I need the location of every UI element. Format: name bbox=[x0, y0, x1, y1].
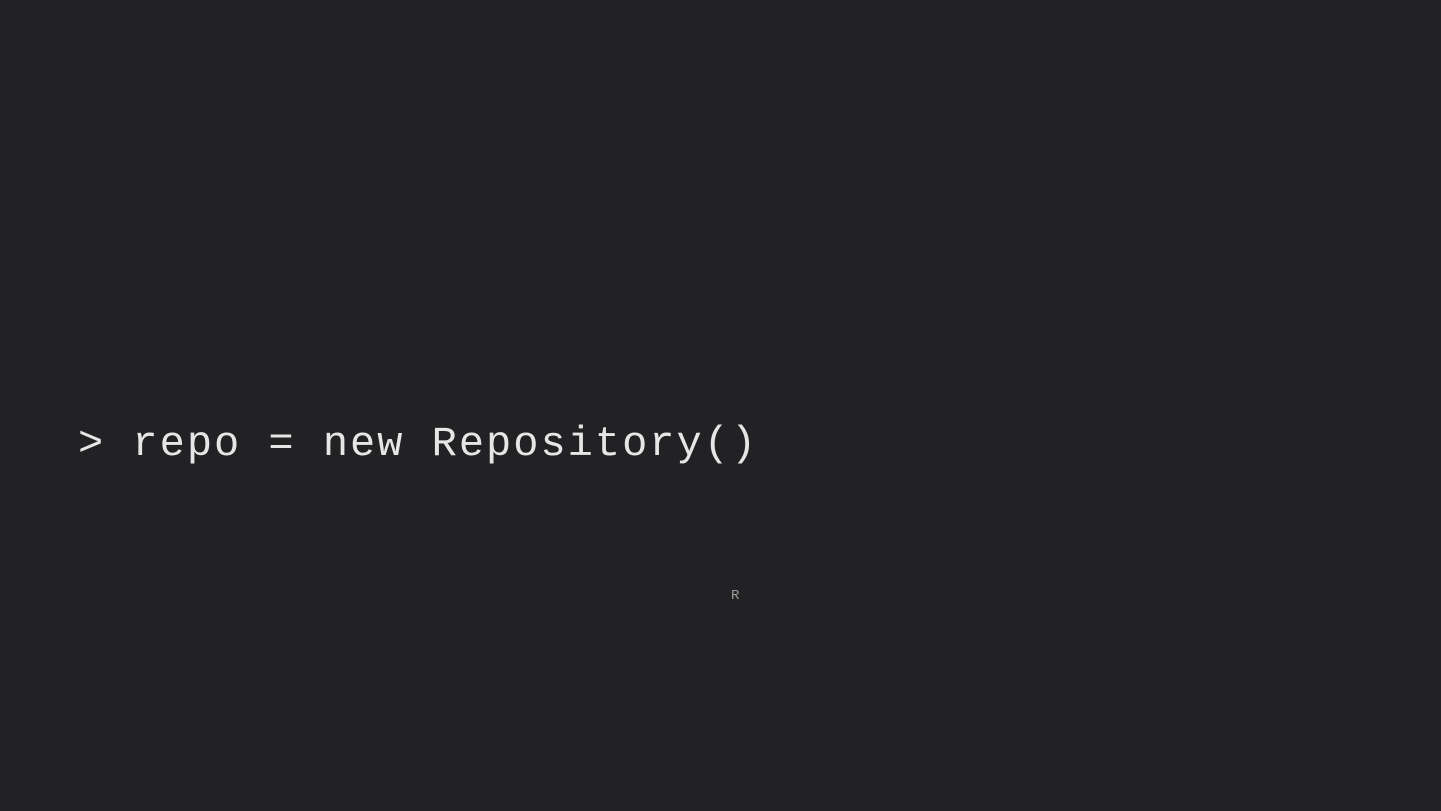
stray-letter: R bbox=[731, 588, 739, 604]
code-line: > repo = new Repository() bbox=[78, 420, 758, 468]
